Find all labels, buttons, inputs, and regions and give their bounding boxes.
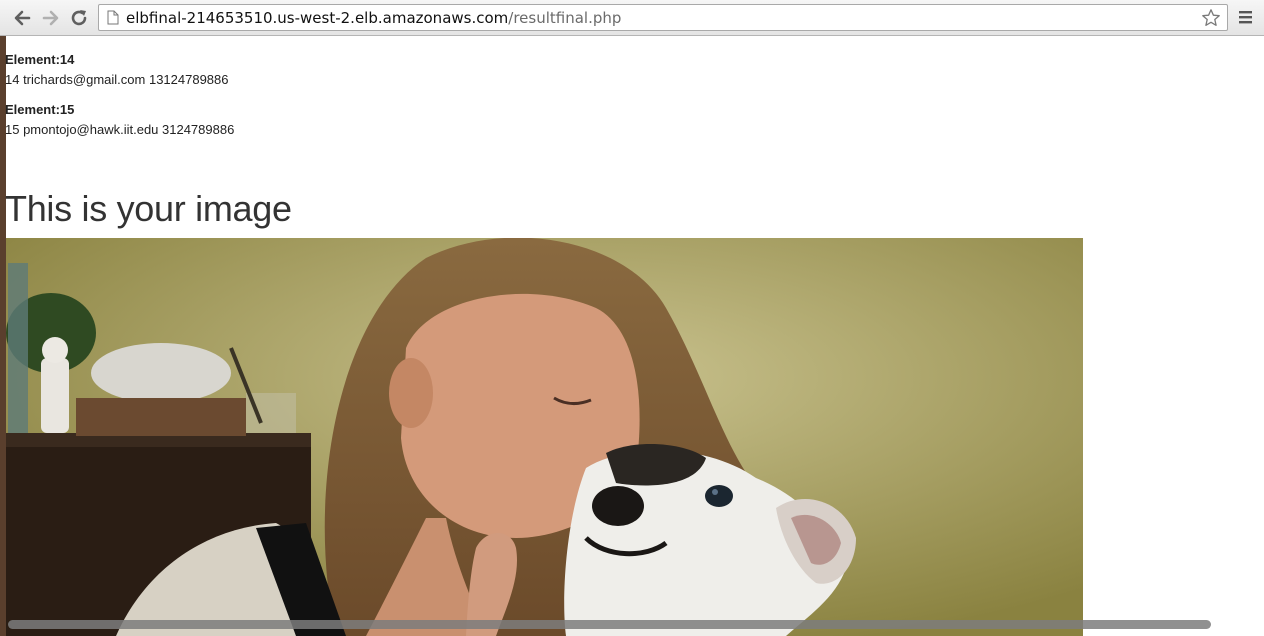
reload-icon — [71, 10, 87, 26]
forward-button[interactable] — [40, 7, 62, 29]
reload-button[interactable] — [68, 7, 90, 29]
entry-label: Element:14 — [5, 52, 75, 67]
bookmark-star-icon[interactable] — [1201, 8, 1221, 28]
url-path: /resultfinal.php — [508, 9, 622, 27]
woman-kissing-dog-photo — [6, 238, 1083, 636]
page-icon — [107, 10, 119, 25]
url-text[interactable]: elbfinal-214653510.us-west-2.elb.amazona… — [126, 9, 621, 27]
browser-toolbar: elbfinal-214653510.us-west-2.elb.amazona… — [0, 0, 1264, 36]
entry-label: Element:15 — [5, 102, 75, 117]
entry-value: 14 trichards@gmail.com 13124789886 — [5, 72, 229, 87]
page-heading: This is your image — [5, 188, 292, 229]
forward-arrow-icon — [42, 10, 59, 26]
url-host: elbfinal-214653510.us-west-2.elb.amazona… — [126, 9, 509, 27]
menu-icon[interactable] — [1238, 9, 1254, 25]
back-button[interactable] — [11, 7, 33, 29]
entry-value: 15 pmontojo@hawk.iit.edu 3124789886 — [5, 122, 235, 137]
back-arrow-icon — [14, 10, 31, 26]
uploaded-image — [6, 238, 1083, 636]
address-bar[interactable]: elbfinal-214653510.us-west-2.elb.amazona… — [98, 4, 1228, 31]
horizontal-scrollbar[interactable] — [8, 620, 1211, 629]
